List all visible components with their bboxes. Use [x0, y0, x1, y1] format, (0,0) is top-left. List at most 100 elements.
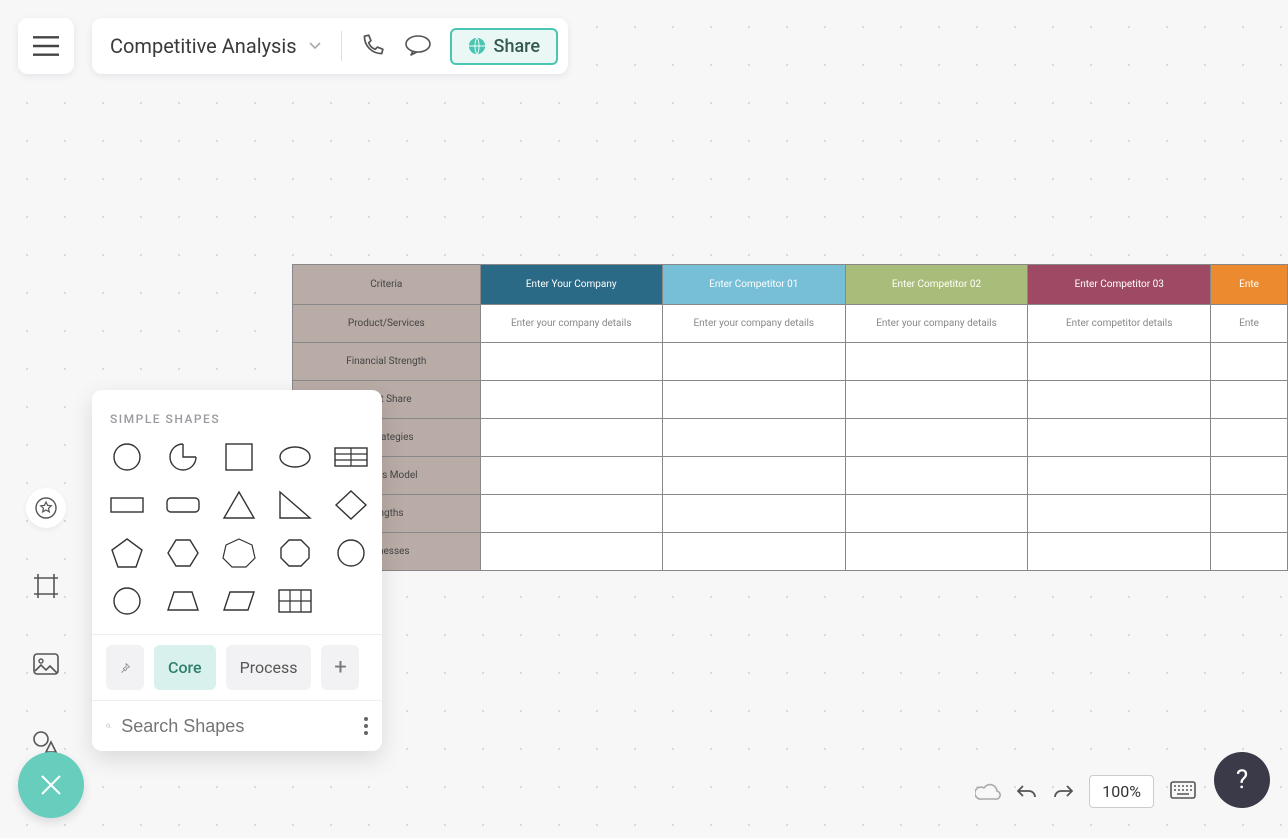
shape-heptagon[interactable]: [222, 538, 256, 568]
shapes-panel-heading: SIMPLE SHAPES: [92, 390, 382, 438]
cell[interactable]: [480, 381, 662, 419]
shapes-search-row: [92, 700, 382, 751]
cell[interactable]: [1211, 495, 1288, 533]
keyboard-button[interactable]: [1170, 781, 1196, 803]
cell[interactable]: [662, 343, 845, 381]
image-icon: [33, 653, 59, 675]
cell[interactable]: [480, 343, 662, 381]
header-comp4[interactable]: Ente: [1211, 265, 1288, 305]
cell[interactable]: [845, 457, 1028, 495]
cell[interactable]: [1028, 381, 1211, 419]
shape-pentagon[interactable]: [110, 538, 144, 568]
cell[interactable]: [662, 495, 845, 533]
redo-icon: [1053, 784, 1073, 800]
header-comp2[interactable]: Enter Competitor 02: [845, 265, 1028, 305]
chat-button[interactable]: [398, 26, 438, 66]
shape-right-triangle[interactable]: [278, 490, 312, 520]
shape-parallelogram[interactable]: [222, 586, 256, 616]
footer-controls: 100%: [975, 775, 1196, 808]
call-button[interactable]: [352, 26, 392, 66]
cell[interactable]: [1211, 533, 1288, 571]
phone-icon: [359, 33, 385, 59]
shape-octagon[interactable]: [278, 538, 312, 568]
cell[interactable]: [1028, 343, 1211, 381]
add-tab-button[interactable]: +: [321, 645, 359, 690]
cell[interactable]: Enter your company details: [480, 305, 662, 343]
shape-arc[interactable]: [166, 442, 200, 472]
more-vertical-icon: [364, 717, 368, 735]
cell[interactable]: [480, 533, 662, 571]
cell[interactable]: [1211, 457, 1288, 495]
header-comp3[interactable]: Enter Competitor 03: [1028, 265, 1211, 305]
cell[interactable]: [845, 419, 1028, 457]
cell[interactable]: [845, 533, 1028, 571]
image-button[interactable]: [26, 644, 66, 684]
sync-status[interactable]: [975, 783, 1001, 801]
cell[interactable]: Enter your company details: [662, 305, 845, 343]
help-button[interactable]: ?: [1214, 752, 1270, 808]
close-icon: [40, 774, 62, 796]
frame-button[interactable]: [26, 566, 66, 606]
title-dropdown-caret[interactable]: [303, 42, 327, 50]
row-label[interactable]: Product/Services: [293, 305, 481, 343]
shape-diamond[interactable]: [334, 490, 368, 520]
chat-icon: [404, 35, 432, 57]
process-tab[interactable]: Process: [226, 645, 312, 690]
shape-triangle[interactable]: [222, 490, 256, 520]
hamburger-button[interactable]: [18, 18, 74, 74]
shape-circle[interactable]: [110, 442, 144, 472]
cell[interactable]: [480, 495, 662, 533]
close-panel-button[interactable]: [18, 752, 84, 818]
shape-trapezoid[interactable]: [166, 586, 200, 616]
cell[interactable]: [845, 381, 1028, 419]
cell[interactable]: [480, 457, 662, 495]
shape-rounded-rect[interactable]: [166, 490, 200, 520]
table-row: ess Model: [293, 457, 1288, 495]
star-circle-icon: [34, 496, 58, 520]
shape-decagon[interactable]: [110, 586, 144, 616]
shape-hexagon[interactable]: [166, 538, 200, 568]
cell[interactable]: [1028, 457, 1211, 495]
document-title[interactable]: Competitive Analysis: [110, 34, 297, 58]
cell[interactable]: [1211, 381, 1288, 419]
cell[interactable]: [480, 419, 662, 457]
shapes-panel: SIMPLE SHAPES Core Process +: [92, 390, 382, 751]
header-company[interactable]: Enter Your Company: [480, 265, 662, 305]
cell[interactable]: [1211, 343, 1288, 381]
cell[interactable]: [1028, 419, 1211, 457]
shape-rectangle[interactable]: [110, 490, 144, 520]
cell[interactable]: [845, 343, 1028, 381]
cell[interactable]: [662, 457, 845, 495]
shapes-more-button[interactable]: [363, 717, 368, 735]
favorites-button[interactable]: [26, 488, 66, 528]
shape-square[interactable]: [222, 442, 256, 472]
header-criteria[interactable]: Criteria: [293, 265, 481, 305]
shape-grid[interactable]: [278, 586, 312, 616]
cell[interactable]: [845, 495, 1028, 533]
document-title-bar: Competitive Analysis Share: [92, 18, 568, 74]
redo-button[interactable]: [1053, 784, 1073, 800]
zoom-level[interactable]: 100%: [1089, 775, 1154, 808]
help-icon: ?: [1236, 765, 1248, 795]
pin-tab[interactable]: [106, 645, 144, 690]
share-button[interactable]: Share: [450, 28, 558, 65]
cell[interactable]: [1211, 419, 1288, 457]
table-row: Financial Strength: [293, 343, 1288, 381]
cell[interactable]: [662, 419, 845, 457]
header-comp1[interactable]: Enter Competitor 01: [662, 265, 845, 305]
competitive-analysis-table[interactable]: Criteria Enter Your Company Enter Compet…: [292, 264, 1288, 571]
cell[interactable]: Enter competitor details: [1028, 305, 1211, 343]
shape-table[interactable]: [334, 442, 368, 472]
cell[interactable]: [662, 381, 845, 419]
undo-button[interactable]: [1017, 784, 1037, 800]
cell[interactable]: [1028, 495, 1211, 533]
cell[interactable]: Enter your company details: [845, 305, 1028, 343]
shape-nonagon[interactable]: [334, 538, 368, 568]
shape-ellipse[interactable]: [278, 442, 312, 472]
cell[interactable]: [662, 533, 845, 571]
core-tab[interactable]: Core: [154, 645, 216, 690]
row-label[interactable]: Financial Strength: [293, 343, 481, 381]
cell[interactable]: [1028, 533, 1211, 571]
cell[interactable]: Ente: [1211, 305, 1288, 343]
shapes-search-input[interactable]: [121, 716, 353, 737]
